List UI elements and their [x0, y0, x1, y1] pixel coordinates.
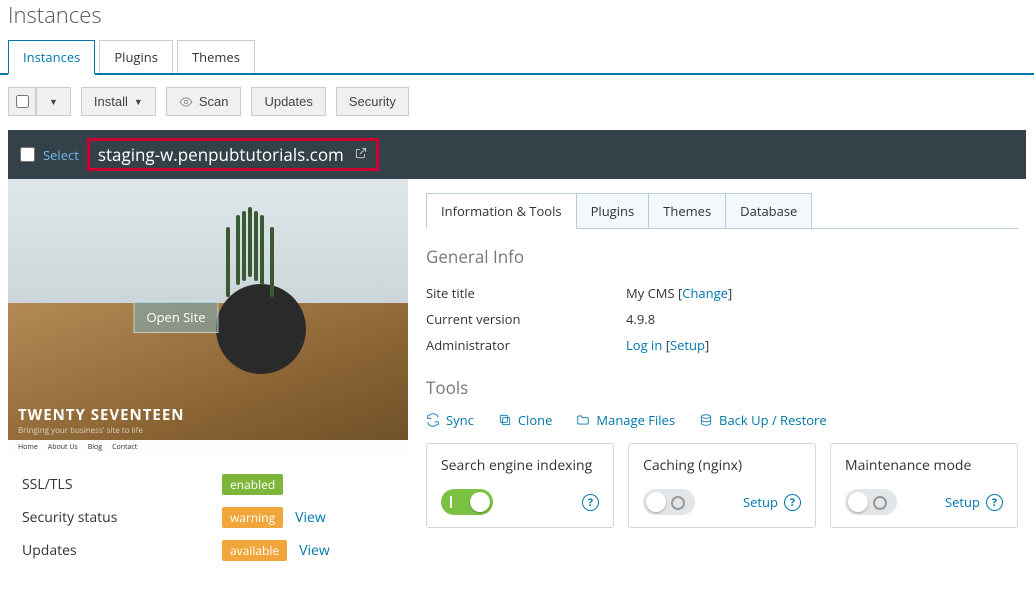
select-all-dropdown[interactable]: ▼ — [36, 87, 71, 116]
site-url[interactable]: staging-w.penpubtutorials.com — [98, 143, 344, 166]
version-value: 4.9.8 — [626, 310, 655, 328]
preview-column: Open Site TWENTY SEVENTEEN Bringing your… — [8, 179, 408, 593]
main-tabs: Instances Plugins Themes — [0, 40, 1034, 75]
updates-view-link[interactable]: View — [299, 541, 330, 560]
open-site-button[interactable]: Open Site — [133, 301, 218, 333]
theme-nav: Home About Us Blog Contact — [8, 440, 408, 454]
card-maintenance: Maintenance mode Setup ? — [830, 443, 1018, 528]
tab-database[interactable]: Database — [725, 193, 812, 228]
manage-files-link[interactable]: Manage Files — [576, 411, 675, 429]
security-view-link[interactable]: View — [295, 508, 326, 527]
help-icon[interactable]: ? — [784, 494, 801, 511]
action-row: ▼ Install ▼ Scan Updates Security — [0, 87, 1034, 130]
settings-cards: Search engine indexing ? Caching (nginx)… — [426, 443, 1018, 528]
card-title: Maintenance mode — [845, 456, 1003, 475]
clone-icon — [498, 413, 512, 427]
maintenance-setup-link[interactable]: Setup — [945, 493, 980, 511]
external-link-icon[interactable] — [354, 146, 368, 164]
caret-down-icon: ▼ — [134, 97, 143, 107]
select-all-checkbox[interactable] — [8, 87, 36, 116]
updates-badge: available — [222, 540, 287, 561]
instance-panel: Select staging-w.penpubtutorials.com Ope… — [8, 130, 1026, 593]
install-button[interactable]: Install ▼ — [81, 87, 156, 116]
tab-information-tools[interactable]: Information & Tools — [426, 193, 577, 229]
card-caching: Caching (nginx) Setup ? — [628, 443, 816, 528]
change-title-link[interactable]: Change — [682, 284, 728, 302]
version-label: Current version — [426, 310, 626, 328]
setup-admin-link[interactable]: Setup — [670, 336, 705, 354]
caching-setup-link[interactable]: Setup — [743, 493, 778, 511]
scan-button[interactable]: Scan — [166, 87, 242, 116]
updates-button[interactable]: Updates — [251, 87, 325, 116]
search-indexing-toggle[interactable] — [441, 489, 493, 515]
security-button[interactable]: Security — [336, 87, 409, 116]
help-icon[interactable]: ? — [986, 494, 1003, 511]
help-icon[interactable]: ? — [582, 494, 599, 511]
updates-label: Updates — [22, 541, 222, 560]
site-url-highlight: staging-w.penpubtutorials.com — [87, 138, 379, 171]
caret-down-icon: ▼ — [49, 97, 58, 107]
caching-toggle[interactable] — [643, 489, 695, 515]
instance-header: Select staging-w.penpubtutorials.com — [8, 130, 1026, 179]
sync-link[interactable]: Sync — [426, 411, 474, 429]
administrator-label: Administrator — [426, 336, 626, 354]
site-title-value: My CMS — [626, 284, 675, 302]
card-title: Search engine indexing — [441, 456, 599, 475]
backup-restore-link[interactable]: Back Up / Restore — [699, 411, 827, 429]
tab-plugins[interactable]: Plugins — [576, 193, 650, 228]
maintenance-toggle[interactable] — [845, 489, 897, 515]
tools-heading: Tools — [426, 376, 1018, 399]
ssl-badge: enabled — [222, 474, 283, 495]
login-link[interactable]: Log in — [626, 336, 662, 354]
page-title: Instances — [0, 0, 1034, 40]
card-search-indexing: Search engine indexing ? — [426, 443, 614, 528]
instance-select-link[interactable]: Select — [43, 146, 79, 164]
theme-caption: TWENTY SEVENTEEN Bringing your business'… — [18, 405, 184, 436]
general-info-heading: General Info — [426, 245, 1018, 268]
status-block: SSL/TLS enabled Security status warning … — [8, 454, 408, 593]
ssl-label: SSL/TLS — [22, 475, 222, 494]
site-title-label: Site title — [426, 284, 626, 302]
sync-icon — [426, 413, 440, 427]
eye-icon — [179, 95, 193, 109]
security-badge: warning — [222, 507, 283, 528]
clone-link[interactable]: Clone — [498, 411, 553, 429]
main-tab-instances[interactable]: Instances — [8, 40, 95, 75]
tools-row: Sync Clone Manage Files Back Up / Restor… — [426, 411, 1018, 429]
tab-themes[interactable]: Themes — [648, 193, 726, 228]
site-screenshot[interactable]: Open Site TWENTY SEVENTEEN Bringing your… — [8, 179, 408, 454]
instance-checkbox[interactable] — [20, 147, 35, 162]
folder-icon — [576, 413, 590, 427]
main-tab-themes[interactable]: Themes — [177, 40, 255, 73]
detail-tabs: Information & Tools Plugins Themes Datab… — [426, 193, 1018, 229]
security-status-label: Security status — [22, 508, 222, 527]
database-icon — [699, 413, 713, 427]
card-title: Caching (nginx) — [643, 456, 801, 475]
detail-column: Information & Tools Plugins Themes Datab… — [408, 179, 1026, 593]
main-tab-plugins[interactable]: Plugins — [99, 40, 173, 73]
